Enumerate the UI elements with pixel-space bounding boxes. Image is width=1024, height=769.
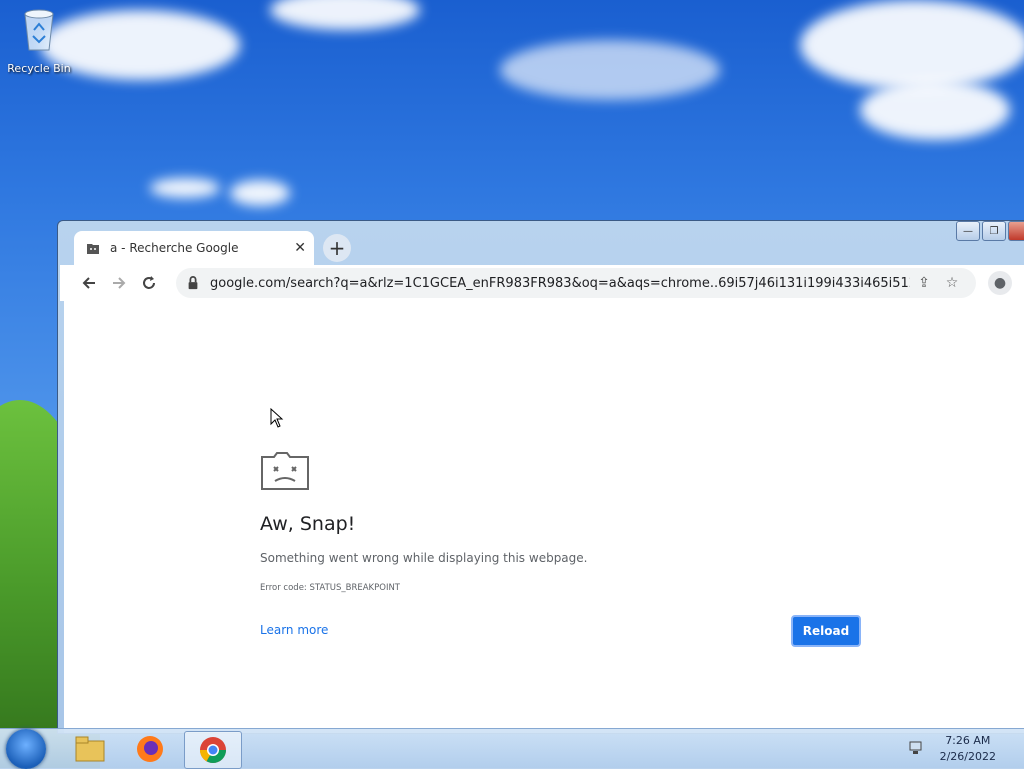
refresh-icon <box>143 276 155 289</box>
browser-toolbar: google.com/search?q=a&rlz=1C1GCEA_enFR98… <box>60 265 1024 301</box>
start-button[interactable] <box>6 729 46 769</box>
taskbar: 7:26 AM 2/26/2022 <box>0 728 1024 769</box>
clock-date: 2/26/2022 <box>939 750 996 763</box>
page-content: Aw, Snap! Something went wrong while dis… <box>64 301 1024 733</box>
error-title: Aw, Snap! <box>260 513 356 535</box>
cloud <box>500 40 720 100</box>
new-tab-button[interactable]: + <box>323 234 351 262</box>
arrow-right-icon <box>113 277 126 289</box>
cloud <box>230 180 290 206</box>
clock-time: 7:26 AM <box>945 734 991 747</box>
address-bar[interactable]: google.com/search?q=a&rlz=1C1GCEA_enFR98… <box>176 268 976 298</box>
learn-more-link[interactable]: Learn more <box>260 623 328 637</box>
tab-strip: a - Recherche Google ✕ + <box>60 231 1020 265</box>
chrome-icon <box>199 737 227 764</box>
taskbar-file-explorer[interactable] <box>62 731 118 767</box>
profile-avatar-icon[interactable]: ● <box>988 271 1012 295</box>
mouse-cursor-icon <box>270 408 284 428</box>
share-icon[interactable]: ⇪ <box>910 275 938 291</box>
chrome-window: — ❐ a - Recherche Google ✕ + google.com/… <box>57 220 1024 734</box>
firefox-icon <box>137 736 163 762</box>
sad-tab-icon <box>261 452 309 490</box>
tab-close-icon[interactable]: ✕ <box>294 240 306 256</box>
cloud <box>150 178 220 198</box>
system-tray: 7:26 AM 2/26/2022 <box>909 729 1024 769</box>
url-text: google.com/search?q=a&rlz=1C1GCEA_enFR98… <box>210 275 910 291</box>
clock[interactable]: 7:26 AM 2/26/2022 <box>940 733 996 765</box>
cloud <box>270 0 420 30</box>
desktop-icon-label: Recycle Bin <box>7 62 71 75</box>
taskbar-chrome[interactable] <box>184 731 242 769</box>
lock-icon <box>188 276 198 290</box>
sad-folder-icon <box>87 244 99 254</box>
cloud <box>860 80 1010 140</box>
back-button[interactable] <box>74 268 104 298</box>
bookmark-star-icon[interactable]: ☆ <box>938 275 966 291</box>
reload-page-button[interactable] <box>134 268 164 298</box>
forward-button[interactable] <box>104 268 134 298</box>
error-code: Error code: STATUS_BREAKPOINT <box>260 583 400 593</box>
arrow-left-icon <box>82 277 95 289</box>
desktop-icon-recycle-bin[interactable]: Recycle Bin <box>6 6 72 75</box>
reload-button[interactable]: Reload <box>791 615 861 647</box>
file-explorer-icon <box>75 736 105 762</box>
taskbar-firefox[interactable] <box>122 731 178 767</box>
cloud <box>800 0 1024 90</box>
recycle-bin-icon <box>24 9 54 51</box>
error-message: Something went wrong while displaying th… <box>260 551 588 565</box>
tab-active[interactable]: a - Recherche Google ✕ <box>74 231 314 265</box>
network-icon[interactable] <box>908 739 926 757</box>
tab-title: a - Recherche Google <box>110 241 239 255</box>
